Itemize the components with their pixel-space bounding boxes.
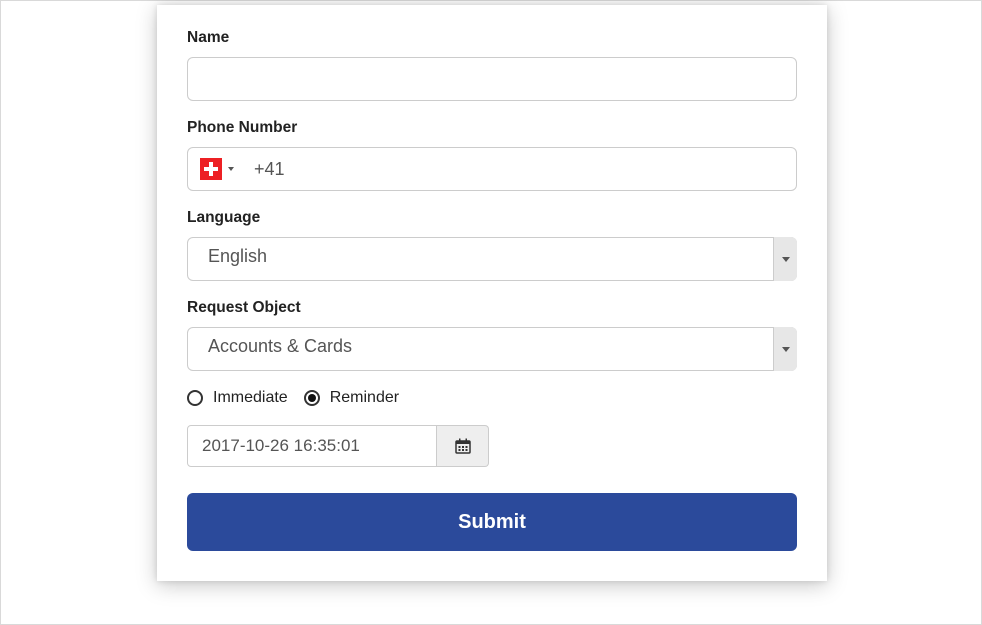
immediate-radio-label: Immediate bbox=[213, 389, 288, 407]
phone-label: Phone Number bbox=[187, 119, 797, 137]
submit-button[interactable]: Submit bbox=[187, 493, 797, 551]
phone-container bbox=[187, 147, 797, 191]
immediate-radio[interactable] bbox=[187, 390, 203, 406]
phone-input[interactable] bbox=[244, 148, 796, 190]
request-object-select[interactable]: Accounts & Cards bbox=[187, 327, 797, 371]
country-flag-select[interactable] bbox=[188, 148, 244, 190]
phone-group: Phone Number bbox=[187, 119, 797, 191]
reminder-radio[interactable] bbox=[304, 390, 320, 406]
language-select-wrap: English bbox=[187, 237, 797, 281]
request-object-group: Request Object Accounts & Cards bbox=[187, 299, 797, 371]
name-input[interactable] bbox=[187, 57, 797, 101]
reminder-radio-label: Reminder bbox=[330, 389, 399, 407]
switzerland-flag-icon bbox=[200, 158, 222, 180]
datetime-input[interactable] bbox=[187, 425, 437, 467]
language-label: Language bbox=[187, 209, 797, 227]
timing-radio-row: Immediate Reminder bbox=[187, 389, 797, 407]
request-object-select-wrap: Accounts & Cards bbox=[187, 327, 797, 371]
calendar-icon bbox=[455, 438, 471, 454]
form-card: Name Phone Number Language English Reque… bbox=[157, 5, 827, 581]
language-select[interactable]: English bbox=[187, 237, 797, 281]
language-group: Language English bbox=[187, 209, 797, 281]
chevron-down-icon bbox=[228, 167, 234, 171]
name-label: Name bbox=[187, 29, 797, 47]
calendar-button[interactable] bbox=[437, 425, 489, 467]
name-group: Name bbox=[187, 29, 797, 101]
datetime-row bbox=[187, 425, 797, 467]
request-object-label: Request Object bbox=[187, 299, 797, 317]
